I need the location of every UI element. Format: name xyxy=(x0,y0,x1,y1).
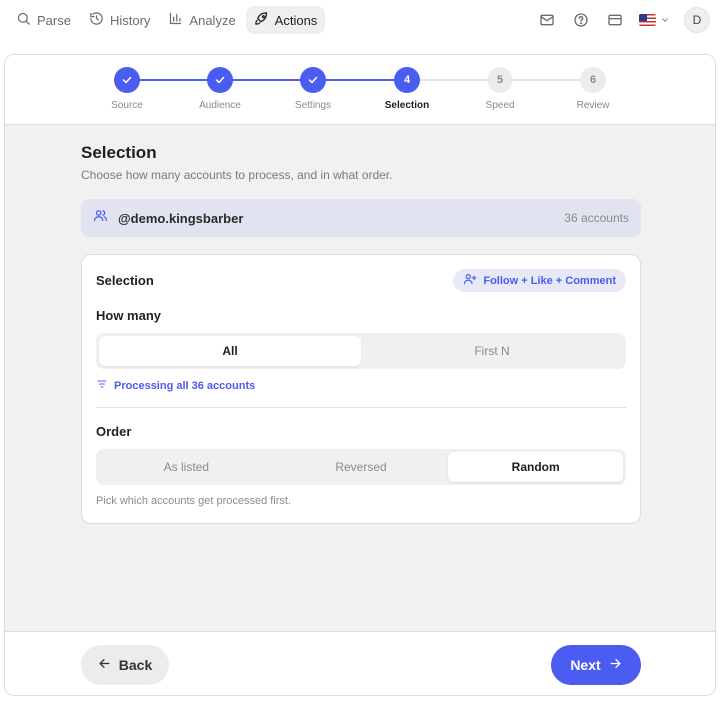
chevron-down-icon xyxy=(660,10,670,30)
how-many-option-first-n[interactable]: First N xyxy=(361,336,623,366)
nav-analyze-label: Analyze xyxy=(189,12,236,28)
step-number: 5 xyxy=(487,67,513,93)
users-icon xyxy=(93,208,108,228)
order-hint: Pick which accounts get processed first. xyxy=(96,495,292,507)
step-review[interactable]: 6 Review xyxy=(553,67,633,111)
nav-history-label: History xyxy=(109,12,151,28)
step-label: Source xyxy=(111,100,143,111)
search-icon xyxy=(16,11,31,29)
top-navigation: Parse History Analyze Actions D xyxy=(0,0,720,40)
order-option-as-listed[interactable]: As listed xyxy=(99,452,274,482)
check-icon xyxy=(122,76,132,84)
wizard-card: Source Audience Settings 4 Selection 5 S… xyxy=(4,54,716,696)
action-type-badge: Follow + Like + Comment xyxy=(453,269,626,292)
back-button[interactable]: Back xyxy=(81,645,169,685)
how-many-toggle: All First N xyxy=(96,333,626,369)
section-divider xyxy=(96,407,626,408)
step-label: Speed xyxy=(485,100,515,111)
nav-actions[interactable]: Actions xyxy=(245,6,326,34)
avatar[interactable]: D xyxy=(684,7,710,33)
step-label: Review xyxy=(576,100,610,111)
nav-parse-label: Parse xyxy=(37,12,71,28)
back-button-label: Back xyxy=(118,657,153,673)
step-speed[interactable]: 5 Speed xyxy=(460,67,540,111)
page-subtitle: Choose how many accounts to process, and… xyxy=(81,168,393,182)
nav-analyze[interactable]: Analyze xyxy=(160,6,243,34)
account-summary: @demo.kingsbarber 36 accounts xyxy=(81,199,641,237)
step-number: 4 xyxy=(394,67,420,93)
bar-chart-icon xyxy=(168,11,183,29)
action-badge-label: Follow + Like + Comment xyxy=(483,274,616,287)
language-selector[interactable] xyxy=(639,10,670,30)
order-option-random[interactable]: Random xyxy=(448,452,624,482)
step-done-circle xyxy=(207,67,233,93)
step-label: Audience xyxy=(199,100,241,111)
step-done-circle xyxy=(114,67,140,93)
step-label: Settings xyxy=(294,100,332,111)
step-source[interactable]: Source xyxy=(87,67,167,111)
help-icon[interactable] xyxy=(571,10,591,30)
nav-parse[interactable]: Parse xyxy=(8,6,79,34)
step-number: 6 xyxy=(580,67,606,93)
step-settings[interactable]: Settings xyxy=(273,67,353,111)
account-name: @demo.kingsbarber xyxy=(118,210,244,226)
how-many-label: How many xyxy=(96,308,162,323)
next-button-label: Next xyxy=(570,657,601,673)
nav-actions-label: Actions xyxy=(274,12,318,28)
check-icon xyxy=(215,76,225,84)
order-label: Order xyxy=(96,424,132,439)
rocket-icon xyxy=(254,11,269,29)
next-button[interactable]: Next xyxy=(551,645,641,685)
nav-history[interactable]: History xyxy=(81,6,158,34)
processing-info-text: Processing all 36 accounts xyxy=(114,379,256,392)
account-count: 36 accounts xyxy=(564,211,629,225)
processing-info: Processing all 36 accounts xyxy=(96,378,255,393)
arrow-left-icon xyxy=(98,657,111,673)
page-title: Selection xyxy=(81,143,157,162)
order-toggle: As listed Reversed Random xyxy=(96,449,626,485)
filter-icon xyxy=(96,378,108,393)
step-audience[interactable]: Audience xyxy=(180,67,260,111)
step-done-circle xyxy=(300,67,326,93)
wizard-footer: Back Next xyxy=(5,631,715,695)
order-option-reversed[interactable]: Reversed xyxy=(274,452,449,482)
user-plus-icon xyxy=(463,272,477,289)
check-icon xyxy=(308,76,318,84)
card-icon[interactable] xyxy=(605,10,625,30)
arrow-right-icon xyxy=(609,657,622,673)
us-flag-icon xyxy=(639,14,656,26)
mail-icon[interactable] xyxy=(537,10,557,30)
how-many-option-all[interactable]: All xyxy=(99,336,361,366)
stepper: Source Audience Settings 4 Selection 5 S… xyxy=(5,55,715,125)
topbar-right-group: D xyxy=(537,7,712,33)
history-icon xyxy=(89,11,104,29)
step-selection[interactable]: 4 Selection xyxy=(367,67,447,111)
step-label: Selection xyxy=(384,100,430,111)
selection-panel: Selection Follow + Like + Comment How ma… xyxy=(81,254,641,524)
panel-title: Selection xyxy=(96,273,154,288)
